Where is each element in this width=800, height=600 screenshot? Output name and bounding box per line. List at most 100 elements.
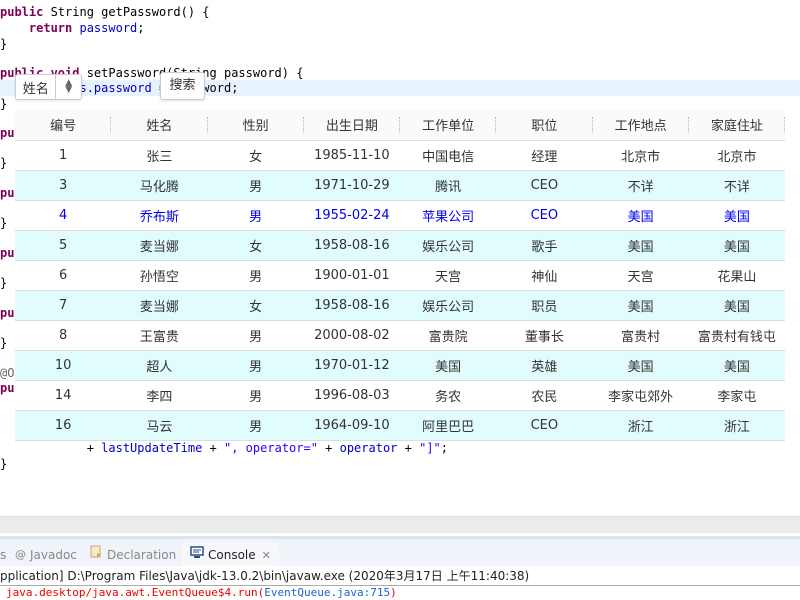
table-cell[interactable]: 女 [207,290,304,321]
table-cell[interactable]: 麦当娜 [111,290,208,321]
table-cell[interactable]: 1900-01-01 [303,260,400,291]
tab-problems[interactable]: s [0,544,6,566]
column-resize-handle[interactable] [784,117,785,133]
table-cell[interactable]: 张三 [111,140,208,171]
table-cell[interactable]: 美国 [592,350,689,381]
table-cell[interactable]: CEO [496,170,593,201]
table-cell[interactable]: 娱乐公司 [400,290,497,321]
table-cell[interactable]: 花果山 [688,260,785,291]
table-cell[interactable]: 乔布斯 [111,200,208,231]
table-cell[interactable]: 王富贵 [111,320,208,351]
table-cell[interactable]: CEO [496,200,593,231]
table-cell[interactable]: 1958-08-16 [303,290,400,321]
table-row[interactable]: 8 王富贵男 2000-08-02 富贵院 董事长 富贵村 富贵村有钱屯 [15,320,785,351]
column-header[interactable]: 性别 [207,110,304,141]
close-icon[interactable]: ✕ [262,542,271,569]
table-cell[interactable]: 8 [15,320,112,351]
table-cell[interactable]: 美国 [592,290,689,321]
table-cell[interactable]: 女 [207,140,304,171]
column-header[interactable]: 家庭住址 [688,110,785,141]
table-cell[interactable]: 1958-08-16 [303,230,400,261]
table-cell[interactable]: CEO [496,410,593,441]
table-cell[interactable]: 李四 [111,380,208,411]
table-cell[interactable]: 超人 [111,350,208,381]
table-cell[interactable]: 北京市 [688,140,785,171]
table-cell[interactable]: 北京市 [592,140,689,171]
table-cell[interactable]: 男 [207,410,304,441]
table-row[interactable]: 1 张三女 1985-11-10 中国电信 经理 北京市 北京市 [15,140,785,171]
table-cell[interactable]: 董事长 [496,320,593,351]
table-cell[interactable]: 1955-02-24 [303,200,400,231]
table-row[interactable]: 4 乔布斯男 1955-02-24 苹果公司 CEO 美国 美国 [15,200,785,231]
table-cell[interactable]: 阿里巴巴 [400,410,497,441]
table-cell[interactable]: 务农 [400,380,497,411]
column-header[interactable]: 工作地点 [592,110,689,141]
table-cell[interactable]: 马云 [111,410,208,441]
table-cell[interactable]: 孙悟空 [111,260,208,291]
table-cell[interactable]: 苹果公司 [400,200,497,231]
spinner-arrows-icon[interactable]: ▲ ▼ [55,75,81,99]
table-cell[interactable]: 富贵院 [400,320,497,351]
table-cell[interactable]: 男 [207,200,304,231]
editor-panel-sash[interactable] [0,516,800,534]
table-row[interactable]: 6 孙悟空男 1900-01-01 天宫 神仙 天宫 花果山 [15,260,785,291]
table-cell[interactable]: 14 [15,380,112,411]
table-cell[interactable]: 腾讯 [400,170,497,201]
table-cell[interactable]: 3 [15,170,112,201]
table-cell[interactable]: 5 [15,230,112,261]
column-header[interactable]: 编号 [15,110,112,141]
table-row[interactable]: 16 马云男 1964-09-10 阿里巴巴 CEO 浙江 浙江 [15,410,785,441]
table-cell[interactable]: 1971-10-29 [303,170,400,201]
table-cell[interactable]: 不详 [592,170,689,201]
table-cell[interactable]: 1996-08-03 [303,380,400,411]
search-button[interactable]: 搜索 [160,72,205,100]
tab-declaration[interactable]: Declaration [90,544,176,566]
table-row[interactable]: 14 李四男 1996-08-03 务农 农民 李家屯郊外 李家屯 [15,380,785,411]
table-cell[interactable]: 不详 [688,170,785,201]
table-cell[interactable]: 1 [15,140,112,171]
table-cell[interactable]: 富贵村 [592,320,689,351]
table-cell[interactable]: 天宫 [400,260,497,291]
column-header[interactable]: 姓名 [111,110,208,141]
table-cell[interactable]: 李家屯 [688,380,785,411]
tab-javadoc[interactable]: @ Javadoc [15,544,77,566]
table-cell[interactable]: 李家屯郊外 [592,380,689,411]
table-cell[interactable]: 7 [15,290,112,321]
table-cell[interactable]: 美国 [688,230,785,261]
table-cell[interactable]: 浙江 [592,410,689,441]
table-cell[interactable]: 男 [207,380,304,411]
table-cell[interactable]: 10 [15,350,112,381]
table-cell[interactable]: 美国 [592,230,689,261]
column-header[interactable]: 工作单位 [400,110,497,141]
table-cell[interactable]: 1964-09-10 [303,410,400,441]
table-cell[interactable]: 职员 [496,290,593,321]
table-cell[interactable]: 16 [15,410,112,441]
table-cell[interactable]: 麦当娜 [111,230,208,261]
table-cell[interactable]: 美国 [688,200,785,231]
table-cell[interactable]: 农民 [496,380,593,411]
table-cell[interactable]: 神仙 [496,260,593,291]
table-cell[interactable]: 富贵村有钱屯 [688,320,785,351]
table-row[interactable]: 10 超人男 1970-01-12 美国 英雄 美国 美国 [15,350,785,381]
table-cell[interactable]: 6 [15,260,112,291]
table-cell[interactable]: 经理 [496,140,593,171]
table-cell[interactable]: 1985-11-10 [303,140,400,171]
table-cell[interactable]: 男 [207,170,304,201]
table-cell[interactable]: 歌手 [496,230,593,261]
search-field-select[interactable]: 姓名 ▲ ▼ [15,74,82,100]
table-cell[interactable]: 中国电信 [400,140,497,171]
column-header[interactable]: 职位 [496,110,593,141]
stacktrace-link[interactable]: EventQueue.java:715 [264,586,390,599]
table-cell[interactable]: 浙江 [688,410,785,441]
table-cell[interactable]: 2000-08-02 [303,320,400,351]
table-row[interactable]: 5 麦当娜女 1958-08-16 娱乐公司 歌手 美国 美国 [15,230,785,261]
tab-console[interactable]: Console ✕ [182,542,279,569]
table-cell[interactable]: 1970-01-12 [303,350,400,381]
table-cell[interactable]: 女 [207,230,304,261]
table-cell[interactable]: 美国 [400,350,497,381]
table-cell[interactable]: 男 [207,350,304,381]
table-row[interactable]: 3 马化腾男 1971-10-29 腾讯 CEO 不详 不详 [15,170,785,201]
table-cell[interactable]: 英雄 [496,350,593,381]
table-cell[interactable]: 4 [15,200,112,231]
table-cell[interactable]: 天宫 [592,260,689,291]
